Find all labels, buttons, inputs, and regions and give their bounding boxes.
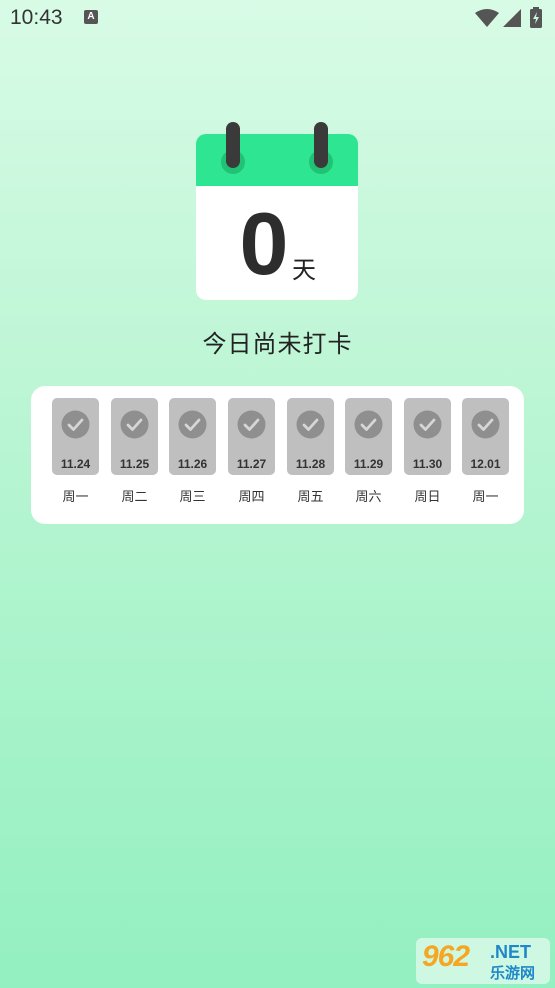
streak-count: 0 — [239, 194, 289, 293]
day-date: 12.01 — [470, 457, 501, 471]
calendar-pin-right — [314, 122, 328, 168]
check-circle-icon — [471, 410, 500, 439]
day-date: 11.24 — [60, 457, 91, 471]
notification-a-icon: A — [84, 10, 98, 24]
check-circle-icon — [413, 410, 442, 439]
day-weekday: 周一 — [472, 490, 499, 505]
cell-signal-icon — [503, 9, 521, 27]
status-time: 10:43 — [10, 6, 63, 29]
day-date: 11.30 — [412, 457, 443, 471]
day-tile: 11.30 — [404, 398, 451, 475]
day-date: 11.27 — [236, 457, 267, 471]
watermark-logo-number: 962 — [422, 940, 470, 973]
check-circle-icon — [61, 410, 90, 439]
day-date: 11.29 — [353, 457, 384, 471]
watermark-domain: .NET — [490, 942, 532, 962]
watermark-logo: 962 .NET 乐游网 — [416, 938, 550, 984]
day-item[interactable]: 11.26 周三 — [169, 398, 216, 508]
status-bar: 10:43 A — [0, 0, 555, 38]
day-tile: 11.26 — [169, 398, 216, 475]
day-item[interactable]: 11.28 周五 — [287, 398, 334, 508]
watermark-name: 乐游网 — [490, 964, 536, 982]
day-tile: 12.01 — [462, 398, 509, 475]
day-tile: 11.28 — [287, 398, 334, 475]
day-tile: 11.29 — [345, 398, 392, 475]
day-weekday: 周三 — [179, 490, 206, 505]
calendar-streak-icon: 0 天 — [196, 122, 358, 300]
day-weekday: 周六 — [355, 490, 382, 505]
calendar-pin-left — [226, 122, 240, 168]
day-date: 11.26 — [177, 457, 208, 471]
day-item[interactable]: 12.01 周一 — [462, 398, 509, 508]
check-circle-icon — [354, 410, 383, 439]
wifi-icon — [475, 9, 499, 27]
day-weekday: 周日 — [414, 490, 441, 505]
day-item[interactable]: 11.25 周二 — [111, 398, 158, 508]
day-weekday: 周二 — [121, 490, 148, 505]
day-tile: 11.25 — [111, 398, 158, 475]
day-item[interactable]: 11.27 周四 — [228, 398, 275, 508]
day-weekday: 周五 — [297, 490, 324, 505]
check-circle-icon — [120, 410, 149, 439]
check-circle-icon — [296, 410, 325, 439]
day-date: 11.28 — [295, 457, 326, 471]
check-circle-icon — [237, 410, 266, 439]
day-item[interactable]: 11.30 周日 — [404, 398, 451, 508]
checkin-status-text: 今日尚未打卡 — [202, 330, 353, 358]
check-circle-icon — [178, 410, 207, 439]
day-tile: 11.27 — [228, 398, 275, 475]
day-item[interactable]: 11.29 周六 — [345, 398, 392, 508]
day-weekday: 周一 — [62, 490, 89, 505]
day-item[interactable]: 11.24 周一 — [52, 398, 99, 508]
day-weekday: 周四 — [238, 490, 265, 505]
week-checkin-card: 11.24 周一 11.25 周二 11.26 周三 11.27 周四 11.2… — [31, 386, 524, 524]
battery-icon — [530, 7, 542, 28]
day-tile: 11.24 — [52, 398, 99, 475]
streak-unit: 天 — [292, 256, 316, 284]
day-date: 11.25 — [119, 457, 150, 471]
